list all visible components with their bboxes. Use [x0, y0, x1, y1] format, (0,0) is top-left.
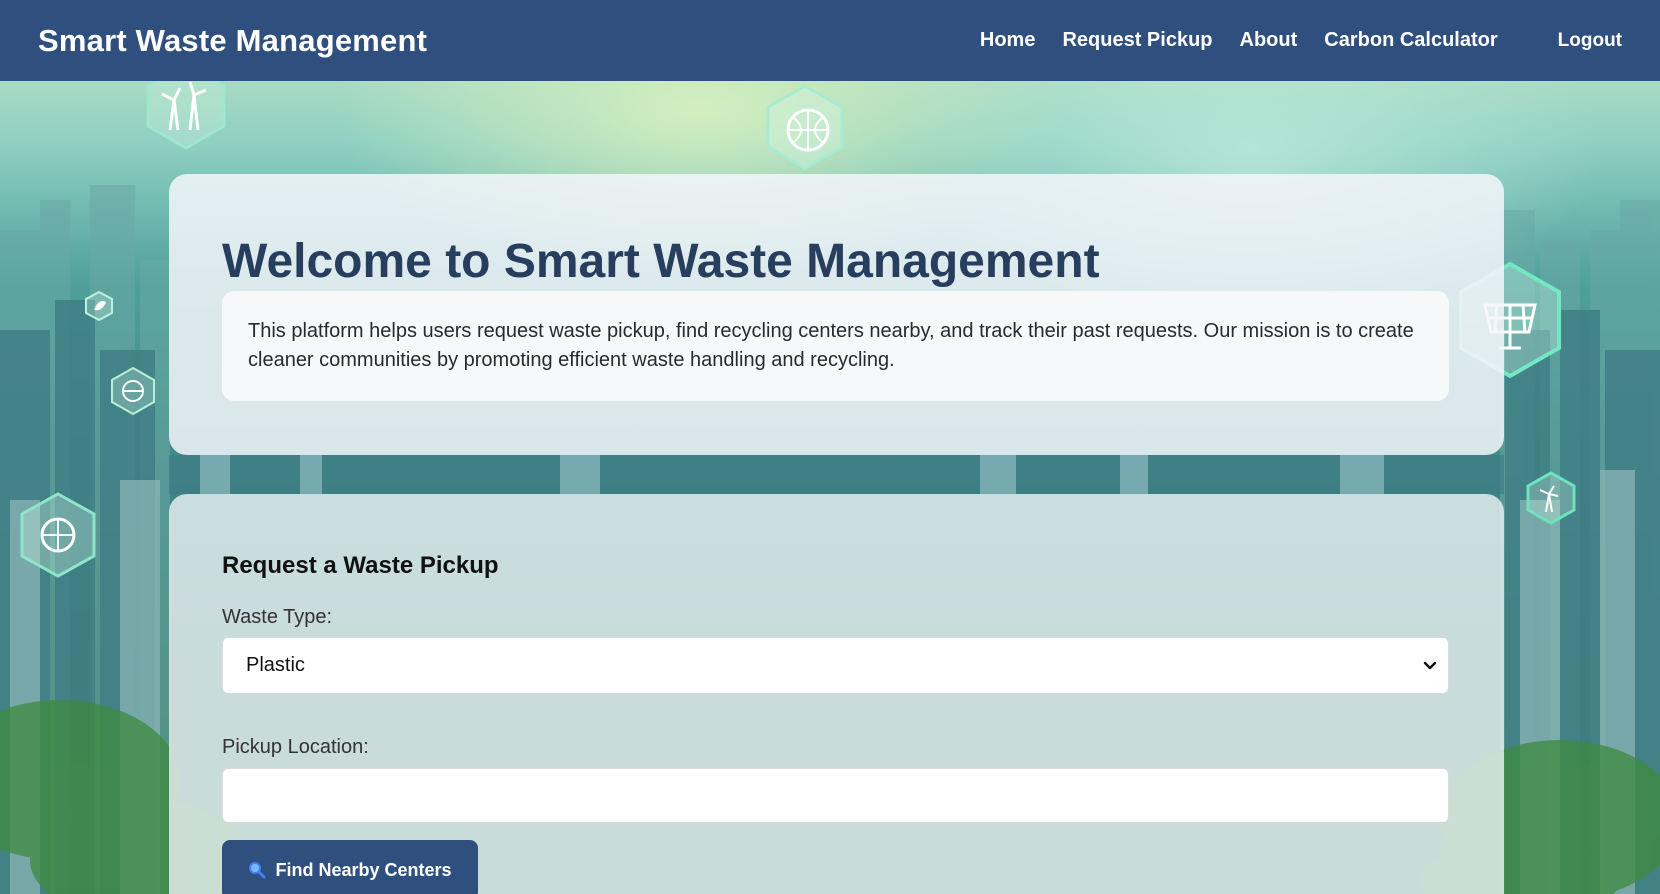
- waste-type-selected-value: Plastic: [246, 654, 305, 676]
- globe-small-hex-icon: [111, 366, 155, 415]
- welcome-card: Welcome to Smart Waste Management This p…: [169, 174, 1504, 455]
- form-heading: Request a Waste Pickup: [222, 552, 499, 579]
- find-nearby-centers-label: Find Nearby Centers: [275, 859, 452, 880]
- globe-leaf-hex-icon: [766, 84, 844, 170]
- chevron-down-icon: [1423, 661, 1437, 669]
- wind-turbine-small-hex-icon: [1526, 471, 1576, 525]
- logout-link[interactable]: Logout: [1558, 30, 1622, 52]
- globe-hex-icon: [20, 492, 96, 578]
- find-nearby-centers-button[interactable]: Find Nearby Centers: [222, 840, 478, 894]
- brand-title[interactable]: Smart Waste Management: [38, 23, 427, 59]
- platform-description: This platform helps users request waste …: [222, 291, 1449, 401]
- pickup-location-input[interactable]: [222, 768, 1449, 823]
- pickup-request-card: Request a Waste Pickup Waste Type: Plast…: [169, 494, 1504, 894]
- nav-link-carbon-calculator[interactable]: Carbon Calculator: [1324, 29, 1497, 52]
- pickup-location-label: Pickup Location:: [222, 736, 369, 758]
- nav-link-about[interactable]: About: [1240, 29, 1298, 52]
- waste-type-label: Waste Type:: [222, 606, 333, 628]
- leaf-hex-icon: [85, 290, 113, 322]
- nav-link-request-pickup[interactable]: Request Pickup: [1062, 29, 1212, 52]
- nav-links: Home Request Pickup About Carbon Calcula…: [953, 29, 1622, 52]
- nav-link-home[interactable]: Home: [980, 29, 1036, 52]
- magnifier-icon: [249, 862, 266, 879]
- page-title: Welcome to Smart Waste Management: [222, 235, 1100, 288]
- top-navbar: Smart Waste Management Home Request Pick…: [0, 0, 1660, 81]
- waste-type-select[interactable]: Plastic: [222, 637, 1449, 694]
